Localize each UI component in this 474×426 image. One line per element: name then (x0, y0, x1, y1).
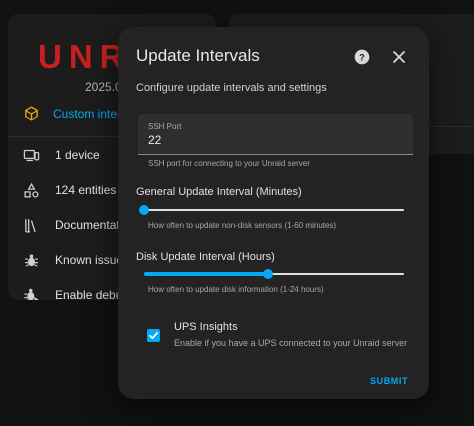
dialog-title: Update Intervals (136, 46, 260, 65)
dialog-subtitle: Configure update intervals and settings (136, 82, 327, 94)
help-icon[interactable]: ? (354, 49, 370, 65)
ssh-port-input[interactable] (148, 133, 398, 147)
disk-interval-label: Disk Update Interval (Hours) (136, 251, 275, 263)
svg-text:?: ? (359, 52, 365, 62)
disk-interval-help: How often to update disk information (1-… (148, 285, 324, 294)
custom-integration-label: Custom integr (53, 106, 128, 121)
update-intervals-dialog: Update Intervals ? Configure update inte… (118, 27, 429, 399)
book-icon (23, 217, 40, 234)
entities-row[interactable]: 124 entities (23, 180, 116, 200)
devices-icon (23, 147, 40, 164)
disk-interval-slider[interactable] (144, 269, 404, 279)
disk-interval-thumb[interactable] (263, 269, 274, 279)
shapes-icon (23, 182, 40, 199)
ups-insights-label: UPS Insights (174, 321, 238, 333)
ups-insights-checkbox[interactable] (147, 329, 160, 342)
package-icon (23, 105, 40, 122)
custom-integration-row[interactable]: Custom integr (23, 105, 128, 122)
disk-interval-fill (144, 272, 269, 276)
close-icon[interactable] (392, 50, 406, 64)
general-interval-help: How often to update non-disk sensors (1-… (148, 221, 337, 230)
enable-debug-row[interactable]: Enable debug (23, 285, 129, 300)
bug-icon (23, 252, 40, 269)
general-interval-thumb[interactable] (139, 205, 149, 215)
submit-button[interactable]: SUBMIT (370, 376, 408, 386)
devices-row[interactable]: 1 device (23, 145, 100, 165)
ssh-port-help: SSH port for connecting to your Unraid s… (148, 159, 310, 168)
general-interval-track (144, 209, 404, 211)
ups-insights-description: Enable if you have a UPS connected to yo… (174, 338, 408, 348)
entities-label: 124 entities (55, 183, 117, 197)
general-interval-label: General Update Interval (Minutes) (136, 186, 302, 198)
devices-label: 1 device (55, 148, 100, 162)
general-interval-slider[interactable] (139, 205, 404, 215)
bug-play-icon (23, 287, 40, 300)
known-issues-row[interactable]: Known issues (23, 250, 129, 270)
ssh-port-label: SSH Port (148, 122, 182, 131)
ssh-port-field[interactable]: SSH Port (138, 114, 413, 155)
integration-version: 2025.0 (85, 80, 122, 94)
